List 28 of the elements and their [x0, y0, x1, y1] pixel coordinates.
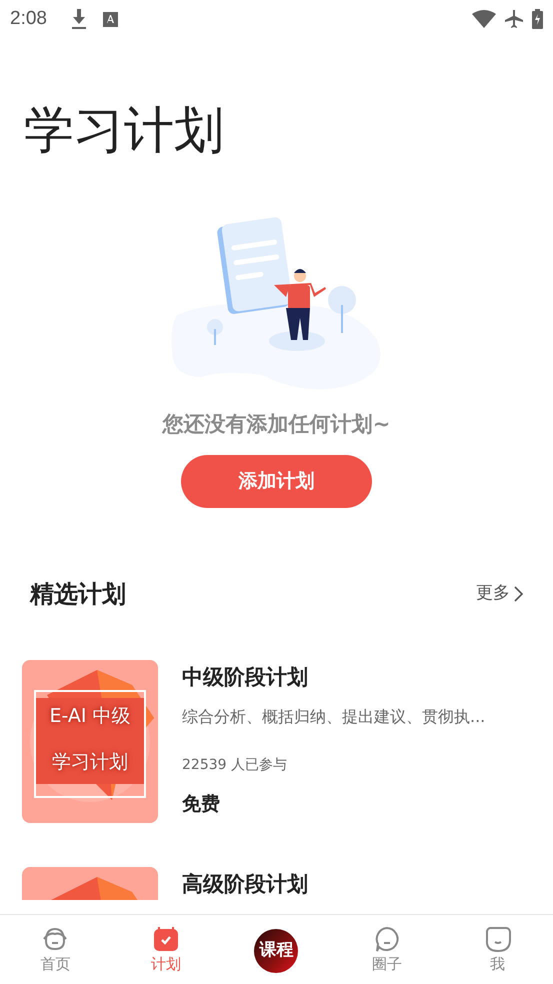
smile-icon [484, 925, 512, 953]
empty-message: 您还没有添加任何计划~ [160, 411, 392, 438]
participant-count: 22539 人已参与 [182, 756, 288, 775]
plan-title: 高级阶段计划 [182, 870, 308, 898]
face-icon [41, 925, 70, 953]
more-link[interactable]: 更多 [476, 580, 523, 606]
wifi-icon [472, 10, 496, 28]
airplane-icon [504, 9, 524, 29]
nav-tab[interactable]: 计划 [110, 915, 222, 984]
download-icon [70, 9, 87, 29]
status-time: 2:08 [10, 6, 47, 31]
keyboard-icon [102, 12, 118, 26]
chat-bubble-icon [373, 925, 402, 953]
cover-text: 学习计划 [51, 750, 129, 774]
cover-text: E-AI 中级 [48, 704, 132, 728]
plan-price: 免费 [182, 792, 221, 817]
chevron-right-icon [514, 586, 523, 602]
plan-title: 中级阶段计划 [182, 664, 309, 690]
nav-tab[interactable]: 圈子 [332, 915, 442, 984]
nav-tab[interactable]: 我 [442, 915, 553, 984]
add-plan-button[interactable]: 添加计划 [181, 454, 372, 508]
nav-tab[interactable]: 首页 [0, 915, 111, 984]
page-title: 学习计划 [24, 100, 225, 161]
course-tab[interactable]: 课程 [221, 915, 332, 984]
calendar-icon [152, 925, 180, 953]
section-title: 精选计划 [30, 578, 126, 610]
battery-icon [532, 9, 543, 29]
plan-description: 综合分析、概括归纳、提出建议、贯彻执... [182, 706, 486, 728]
